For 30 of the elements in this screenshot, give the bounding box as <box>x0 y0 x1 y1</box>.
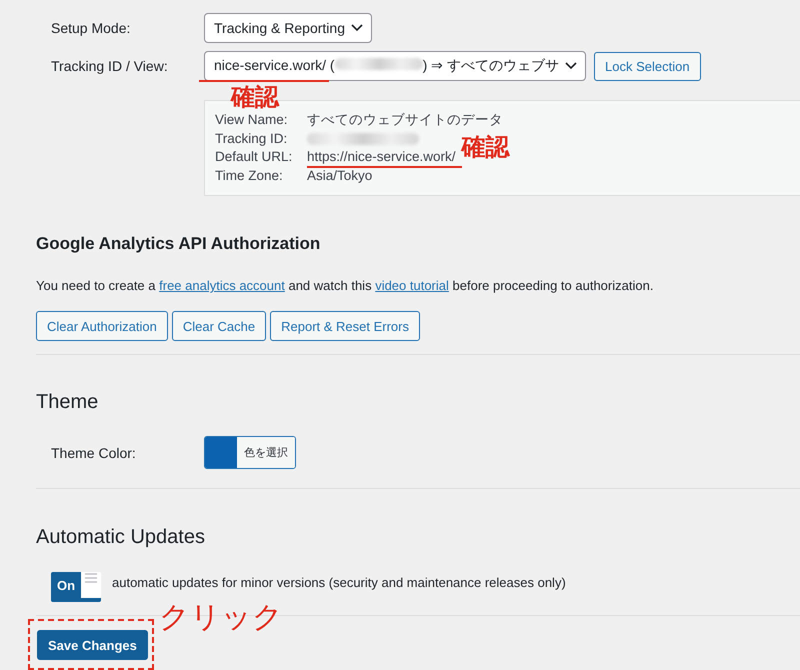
toggle-switch[interactable]: On <box>51 572 101 602</box>
save-button[interactable]: Save Changes <box>37 630 148 660</box>
text-link[interactable]: video tutorial <box>375 278 449 293</box>
info-label: View Name: <box>215 111 289 129</box>
action-button[interactable]: Report & Reset Errors <box>270 311 420 341</box>
toggle-on-segment: On <box>51 572 81 598</box>
info-value: すべてのウェブサイトのデータ <box>307 111 503 129</box>
option-text: automatic updates for minor versions (security and maintenance releases only) <box>112 575 566 590</box>
chevron-down-icon <box>350 24 363 32</box>
field-label: Setup Mode: <box>51 20 132 36</box>
info-label: Time Zone: <box>215 166 284 184</box>
info-label: Tracking ID: <box>215 130 288 148</box>
annotation-text: クリック <box>159 599 283 637</box>
lock-selection-button[interactable]: Lock Selection <box>594 52 701 80</box>
color-picker[interactable]: 色を選択 <box>204 436 296 469</box>
section-heading: Automatic Updates <box>36 526 206 549</box>
field-label: Tracking ID / View: <box>51 58 169 74</box>
action-button[interactable]: Clear Cache <box>172 311 266 341</box>
section-heading: Theme <box>36 391 100 414</box>
section-heading: Google Analytics API Authorization <box>36 234 322 254</box>
menu-icon <box>84 572 98 584</box>
field-label: Theme Color: <box>51 444 137 460</box>
info-value: Asia/Tokyo <box>307 166 372 185</box>
instruction-text: You need to create a free analytics account and watch this video tutorial before proceeding to authorization. <box>36 278 654 293</box>
text-link[interactable]: free analytics account <box>159 278 285 293</box>
chevron-down-icon <box>565 62 578 70</box>
dropdown[interactable]: Tracking & Reporting <box>204 13 372 43</box>
info-label: Default URL: <box>215 148 294 166</box>
annotation-text: 確認 <box>231 81 279 113</box>
action-button[interactable]: Clear Authorization <box>36 311 168 341</box>
